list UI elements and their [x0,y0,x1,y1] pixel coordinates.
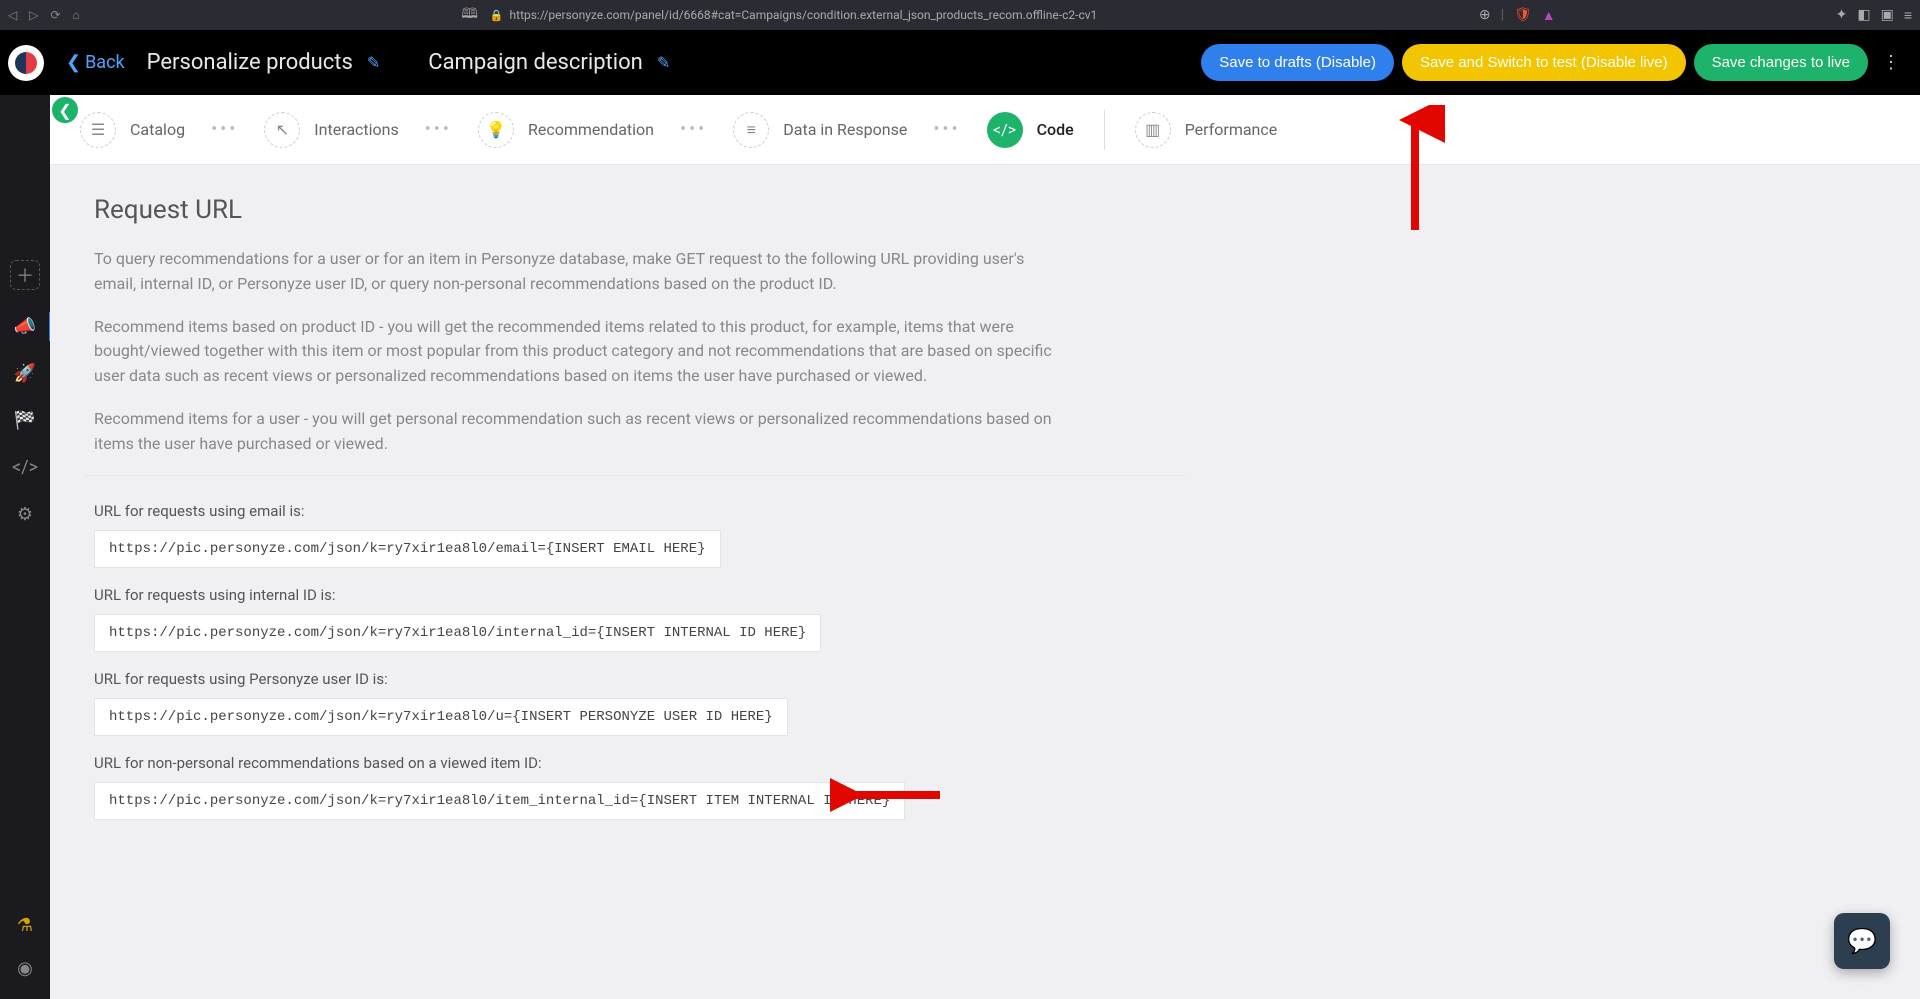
bookmark-icon[interactable]: 🕮 [461,3,478,27]
chart-icon: ▥ [1135,112,1171,148]
dashboard-icon[interactable]: 🏁 [14,410,36,431]
edit-subtitle-icon[interactable]: ✎ [657,53,670,72]
brave-shield-icon[interactable]: 🛡 [1514,7,1532,23]
url-examples-section: URL for requests using email is: https:/… [84,475,1186,858]
step-recommendation[interactable]: 💡 Recommendation [478,112,654,148]
step-code[interactable]: </> Code [987,112,1074,148]
step-performance[interactable]: ▥ Performance [1135,112,1278,148]
content-body: Request URL To query recommendations for… [50,165,1110,918]
bulb-icon: 💡 [478,112,514,148]
settings-icon[interactable]: ⚙ [17,504,33,525]
edit-title-icon[interactable]: ✎ [367,53,380,72]
step-catalog[interactable]: ☰ Catalog [80,112,185,148]
url-code-internal[interactable]: https://pic.personyze.com/json/k=ry7xir1… [94,614,821,652]
nav-reload-icon[interactable]: ⟳ [50,8,60,22]
save-switch-test-button[interactable]: Save and Switch to test (Disable live) [1402,44,1686,81]
url-code-personyze[interactable]: https://pic.personyze.com/json/k=ry7xir1… [94,698,788,736]
rocket-icon[interactable]: 🚀 [14,363,36,384]
list-icon: ≡ [733,112,769,148]
url-label-internal: URL for requests using internal ID is: [94,586,1176,604]
header-more-menu[interactable]: ⋮ [1876,52,1906,73]
code-step-icon: </> [987,112,1023,148]
intro-paragraph-2: Recommend items based on product ID - yo… [94,315,1066,389]
url-code-item[interactable]: https://pic.personyze.com/json/k=ry7xir1… [94,782,905,820]
url-text: https://personyze.com/panel/id/6668#cat=… [510,8,1098,22]
side-rail: ＋ 📣 🚀 🏁 </> ⚙ ⚗ ◉ [0,95,50,999]
step-data-response[interactable]: ≡ Data in Response [733,112,907,148]
page-subtitle: Campaign description [428,50,643,75]
brave-rewards-icon[interactable]: ▲ [1542,7,1556,24]
zoom-icon[interactable]: ⊕ [1479,7,1491,23]
cursor-icon: ↖ [264,112,300,148]
stepper: ☰ Catalog ••• ↖ Interactions ••• 💡 Recom… [50,95,1920,165]
url-label-personyze: URL for requests using Personyze user ID… [94,670,1176,688]
page-title: Personalize products [147,50,353,75]
intro-paragraph-3: Recommend items for a user - you will ge… [94,407,1066,457]
app-header: ❮ Back Personalize products ✎ Campaign d… [0,30,1920,95]
intro-paragraph-1: To query recommendations for a user or f… [94,247,1066,297]
lock-icon: 🔒 [490,9,504,22]
chevron-left-icon: ❮ [66,52,81,73]
collapse-sidebar-button[interactable]: ❮ [50,95,80,125]
back-button[interactable]: ❮ Back [66,52,125,73]
main-content: ☰ Catalog ••• ↖ Interactions ••• 💡 Recom… [50,95,1920,999]
add-button[interactable]: ＋ [10,260,40,290]
section-heading: Request URL [94,195,1066,225]
url-label-item: URL for non-personal recommendations bas… [94,754,1176,772]
code-icon[interactable]: </> [12,457,38,478]
browser-menu-icon[interactable]: ≡ [1904,7,1912,24]
campaigns-icon[interactable]: 📣 [14,316,36,337]
wallet-icon[interactable]: ▣ [1881,7,1894,23]
chat-widget-button[interactable]: 💬 [1834,913,1890,969]
sidebar-icon[interactable]: ◧ [1857,7,1870,23]
save-live-button[interactable]: Save changes to live [1694,44,1868,81]
nav-back-icon[interactable]: ◁ [8,8,17,22]
nav-forward-icon[interactable]: ▷ [29,8,38,22]
step-interactions[interactable]: ↖ Interactions [264,112,398,148]
nav-home-icon[interactable]: ⌂ [73,8,80,22]
url-label-email: URL for requests using email is: [94,502,1176,520]
save-drafts-button[interactable]: Save to drafts (Disable) [1201,44,1394,81]
help-icon[interactable]: ◉ [17,958,33,979]
app-logo[interactable] [8,45,44,81]
catalog-icon: ☰ [80,112,116,148]
browser-toolbar: ◁ ▷ ⟳ ⌂ 🕮 🔒 https://personyze.com/panel/… [0,0,1920,30]
url-bar[interactable]: 🔒 https://personyze.com/panel/id/6668#ca… [490,8,1097,22]
extensions-icon[interactable]: ✦ [1836,7,1848,23]
lab-icon[interactable]: ⚗ [17,915,33,936]
url-code-email[interactable]: https://pic.personyze.com/json/k=ry7xir1… [94,530,721,568]
